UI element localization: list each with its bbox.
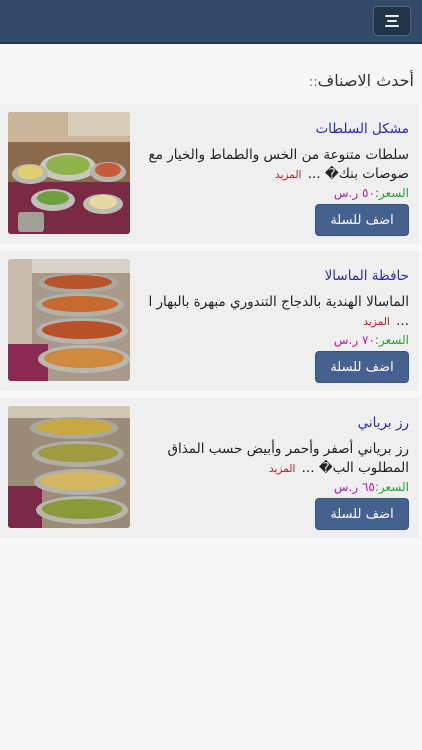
product-info: رز برياني رز برياني أصفر وأحمر وأبيض حسب… [140, 398, 409, 538]
price-row: السعر:٥٠ ر.س [334, 186, 409, 200]
product-description: رز برياني أصفر وأحمر وأبيض حسب المذاق ال… [147, 440, 410, 479]
more-ellipsis: ... [307, 166, 325, 182]
price-label: السعر: [374, 333, 409, 347]
salad-buffet-photo [8, 112, 130, 234]
product-name[interactable]: مشكل السلطات [315, 121, 409, 137]
menu-line [385, 15, 399, 17]
price-value: ٥٠ ر.س [333, 186, 375, 200]
product-card: رز برياني رز برياني أصفر وأحمر وأبيض حسب… [0, 398, 419, 538]
product-description-text: الماسالا الهندية بالدجاج التندوري مبهرة … [148, 294, 409, 310]
product-info: مشكل السلطات سلطات متنوعة من الخس والطما… [140, 104, 409, 244]
price-row: السعر:٦٥ ر.س [334, 480, 409, 494]
add-to-cart-button[interactable]: اضف للسلة [315, 204, 409, 236]
product-image[interactable] [8, 259, 130, 381]
more-ellipsis: ... [396, 313, 409, 329]
add-to-cart-button[interactable]: اضف للسلة [315, 351, 409, 383]
biryani-buffet-photo [8, 406, 130, 528]
hamburger-menu-icon[interactable] [373, 6, 411, 36]
more-ellipsis: ... [301, 460, 319, 476]
product-name[interactable]: حافظة الماسالا [325, 268, 409, 284]
more-link[interactable]: المزيد [269, 463, 295, 475]
menu-line [385, 25, 399, 27]
price-value: ٧٠ ر.س [333, 333, 375, 347]
product-info: حافظة الماسالا الماسالا الهندية بالدجاج … [140, 251, 409, 391]
product-card: حافظة الماسالا الماسالا الهندية بالدجاج … [0, 251, 419, 391]
section-title-dots: :: [308, 75, 318, 90]
price-value: ٦٥ ر.س [333, 480, 375, 494]
price-row: السعر:٧٠ ر.س [334, 333, 409, 347]
masala-buffet-photo [8, 259, 130, 381]
product-name[interactable]: رز برياني [358, 415, 409, 431]
more-link[interactable]: المزيد [275, 169, 301, 181]
section-title-text: أحدث الاصناف [317, 71, 414, 90]
product-image[interactable] [8, 112, 130, 234]
more-link[interactable]: المزيد [363, 316, 389, 328]
price-label: السعر: [374, 480, 409, 494]
product-description: الماسالا الهندية بالدجاج التندوري مبهرة … [147, 293, 409, 332]
add-to-cart-button[interactable]: اضف للسلة [315, 498, 409, 530]
top-navbar [0, 0, 422, 44]
price-label: السعر: [374, 186, 409, 200]
product-card: مشكل السلطات سلطات متنوعة من الخس والطما… [0, 104, 419, 244]
menu-line [387, 20, 397, 22]
section-title: أحدث الاصناف:: [307, 71, 414, 90]
product-image[interactable] [8, 406, 130, 528]
product-description: سلطات متنوعة من الخس والطماط والخيار مع … [147, 146, 409, 185]
